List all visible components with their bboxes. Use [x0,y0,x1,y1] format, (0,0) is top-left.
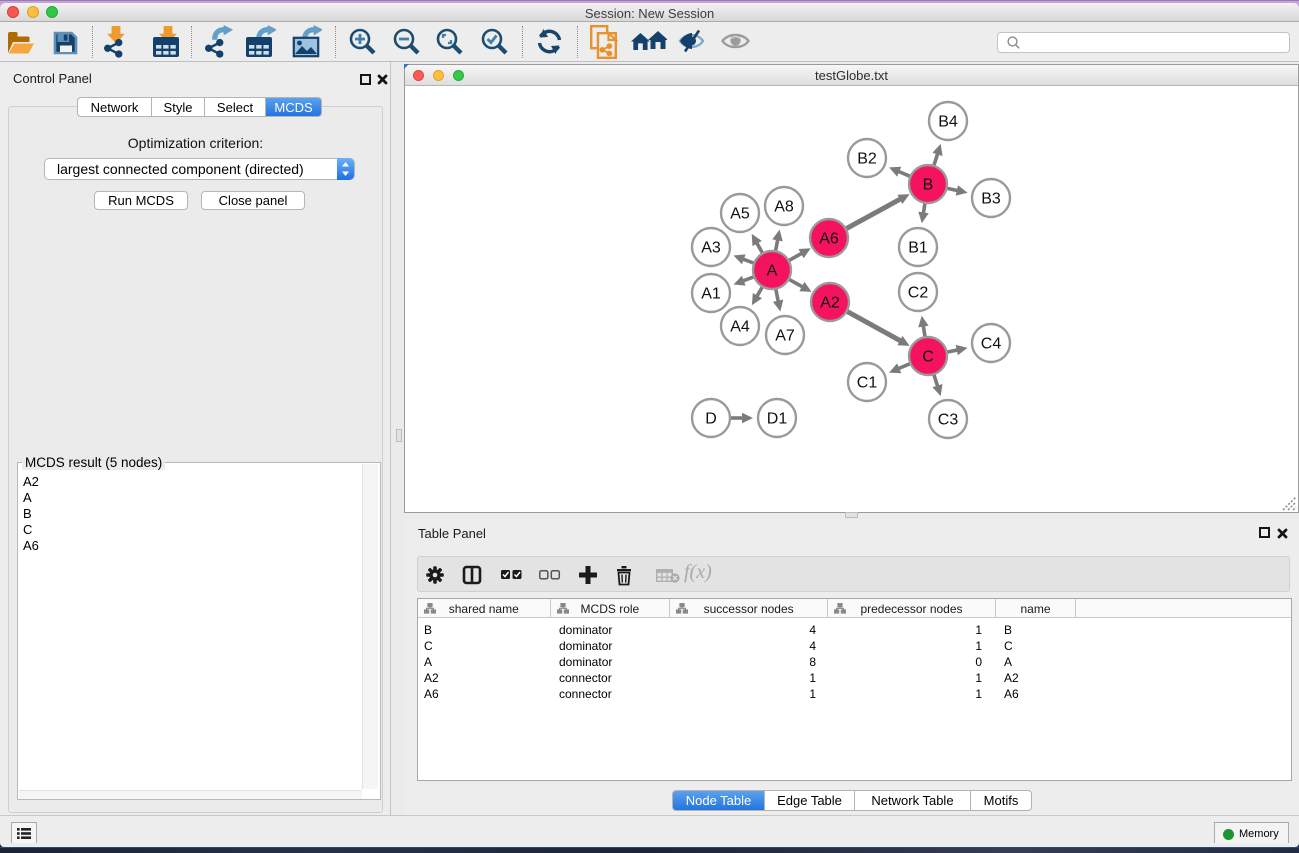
svg-text:D1: D1 [767,411,788,428]
svg-text:C: C [922,349,934,366]
svg-text:C2: C2 [908,285,929,302]
svg-text:B4: B4 [938,114,958,131]
svg-text:B3: B3 [981,191,1001,208]
svg-text:B2: B2 [857,151,877,168]
svg-text:C4: C4 [981,336,1002,353]
svg-text:A1: A1 [701,286,721,303]
svg-text:C1: C1 [857,375,878,392]
svg-text:B: B [923,177,934,194]
svg-text:A3: A3 [701,240,721,257]
svg-text:A2: A2 [820,295,840,312]
svg-text:A: A [767,263,778,280]
svg-text:B1: B1 [908,240,928,257]
svg-text:A5: A5 [730,206,750,223]
svg-text:A4: A4 [730,319,750,336]
svg-text:A8: A8 [774,199,794,216]
svg-text:D: D [705,411,717,428]
svg-text:A6: A6 [819,231,839,248]
svg-text:A7: A7 [775,328,795,345]
svg-text:C3: C3 [938,412,959,429]
